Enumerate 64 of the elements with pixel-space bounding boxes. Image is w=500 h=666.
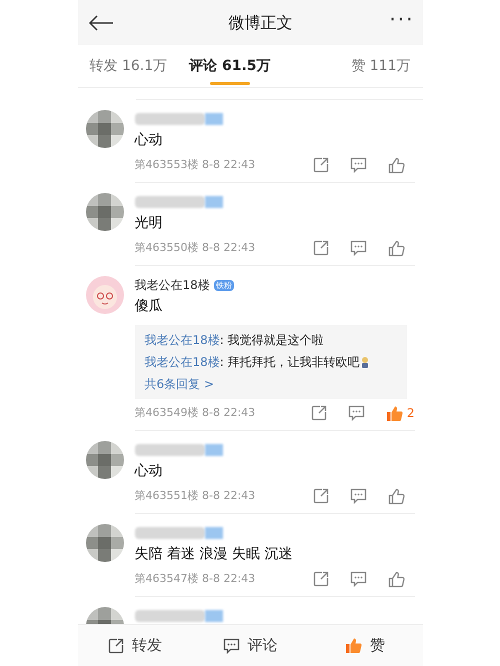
comment-icon[interactable] [350, 157, 366, 173]
back-arrow-icon [88, 14, 114, 30]
bottom-comment-button[interactable]: 评论 [192, 624, 308, 666]
comment-meta: 第463547楼 8-8 22:43 [134, 570, 256, 587]
blurred-name [134, 196, 204, 208]
share-icon[interactable] [310, 405, 327, 421]
page-title: 微博正文 [228, 12, 292, 34]
reply-author[interactable]: 我老公在18楼 [144, 353, 220, 371]
comment-meta: 第463549楼 8-8 22:43 [134, 404, 256, 421]
blurred-badge [204, 113, 222, 125]
reply-text: : 我觉得就是这个啦 [220, 332, 324, 349]
comment-meta: 第463551楼 8-8 22:43 [134, 488, 256, 504]
share-icon[interactable] [312, 157, 328, 173]
comment-text: 心动 [134, 131, 164, 150]
thumbs-up-icon[interactable] [388, 488, 404, 504]
more-replies-link[interactable]: 共6条回复 > [144, 375, 396, 393]
comment-text: 心动 [134, 462, 164, 481]
bottom-share-button[interactable]: 转发 [78, 624, 192, 666]
bottom-bar-label: 赞 [370, 635, 385, 656]
thumbs-up-icon[interactable] [388, 570, 404, 588]
comment-icon[interactable] [348, 405, 365, 421]
comment-meta: 第463553楼 8-8 22:43 [134, 156, 256, 173]
more-button[interactable]: ··· [389, 8, 414, 36]
blurred-badge [204, 527, 222, 539]
bottom-like-button[interactable]: 赞 [308, 624, 422, 666]
tab[interactable]: 转发 16.1万 [90, 44, 168, 88]
comment-text: 失陪 着迷 浪漫 失眠 沉迷 [134, 545, 294, 564]
share-icon[interactable] [312, 240, 328, 256]
comment-icon[interactable] [350, 488, 366, 504]
thumbs-up-icon[interactable] [388, 240, 404, 256]
comment-text: 光明 [134, 214, 164, 233]
bottom-bar-label: 转发 [132, 635, 162, 656]
thumbs-up-icon[interactable] [345, 637, 362, 654]
comment-meta: 第463550楼 8-8 22:43 [134, 240, 256, 256]
bottom-bar-label: 评论 [248, 635, 278, 656]
blurred-name [134, 527, 204, 539]
user-name[interactable]: 我老公在18楼 [134, 276, 210, 294]
pixelated-avatar [86, 110, 124, 148]
pixelated-avatar [86, 524, 124, 562]
cartoon-avatar [86, 276, 124, 314]
blurred-name [134, 610, 204, 622]
comment-icon[interactable] [350, 240, 366, 256]
like-count: 2 [406, 405, 414, 422]
tab[interactable]: 评论 61.5万 [189, 44, 271, 88]
comment-icon[interactable] [222, 638, 240, 654]
comment-icon[interactable] [350, 571, 366, 587]
tab[interactable]: 赞 111万 [351, 44, 410, 88]
share-icon[interactable] [108, 638, 124, 654]
blurred-name [134, 113, 204, 125]
reply-text: : 拜托拜托，让我非转欧吧 [220, 354, 360, 371]
blurred-name [134, 444, 204, 456]
fan-badge: 铁粉 [214, 280, 234, 290]
comment-text: 傻瓜 [134, 297, 164, 316]
share-icon[interactable] [312, 571, 328, 587]
blurred-badge [204, 444, 222, 456]
thumbs-up-icon[interactable] [386, 404, 403, 422]
thumbs-up-icon[interactable] [388, 156, 404, 174]
reply-author[interactable]: 我老公在18楼 [144, 331, 220, 349]
share-icon[interactable] [312, 488, 328, 504]
pixelated-avatar [86, 193, 124, 231]
pixelated-avatar [86, 441, 124, 479]
blurred-badge [204, 196, 222, 208]
tab-indicator [210, 82, 250, 84]
blurred-badge [204, 610, 222, 622]
